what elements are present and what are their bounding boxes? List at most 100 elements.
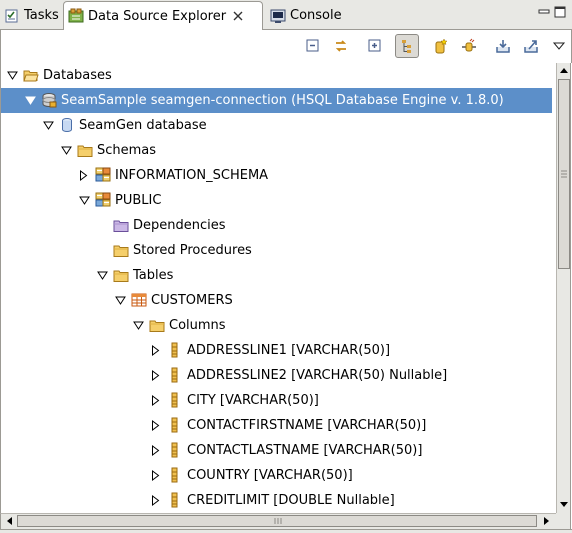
- scroll-down-icon[interactable]: [558, 499, 570, 511]
- minimize-icon[interactable]: [538, 6, 550, 18]
- tree-item-label: INFORMATION_SCHEMA: [115, 168, 269, 183]
- tree-row[interactable]: Tables: [1, 263, 556, 288]
- view-toolbar: [0, 30, 572, 63]
- expand-button[interactable]: [363, 34, 387, 58]
- data-source-explorer-icon: [68, 8, 84, 24]
- data-source-tree[interactable]: Databases SeamSample seamgen-connection (…: [0, 63, 556, 513]
- tree-item-label: Schemas: [97, 143, 157, 158]
- collapsed-twisty-icon[interactable]: [151, 445, 161, 456]
- tree-row[interactable]: CONTACTLASTNAME [VARCHAR(50)]: [1, 438, 556, 463]
- database-connection-icon: [41, 92, 57, 108]
- tree-row[interactable]: Databases: [1, 63, 556, 88]
- scroll-up-icon[interactable]: [558, 64, 570, 76]
- export-button[interactable]: [519, 34, 543, 58]
- collapsed-twisty-icon[interactable]: [151, 345, 161, 356]
- expanded-twisty-icon[interactable]: [61, 145, 72, 155]
- new-connection-profile-button[interactable]: [429, 34, 453, 58]
- collapse-all-button[interactable]: [301, 34, 325, 58]
- tree-item-label: Columns: [169, 318, 226, 333]
- close-icon[interactable]: [232, 10, 245, 22]
- tab-label: Console: [290, 8, 342, 23]
- tree-row[interactable]: COUNTRY [VARCHAR(50)]: [1, 463, 556, 488]
- collapsed-twisty-icon[interactable]: [79, 170, 89, 181]
- tree-row[interactable]: Stored Procedures: [1, 238, 556, 263]
- expanded-twisty-icon[interactable]: [43, 120, 54, 130]
- tree-row[interactable]: CREDITLIMIT [DOUBLE Nullable]: [1, 488, 556, 513]
- folder-open-icon: [23, 67, 39, 83]
- link-with-editor-icon: [335, 40, 347, 52]
- column-icon: [167, 442, 183, 458]
- maximize-icon[interactable]: [554, 6, 566, 18]
- tab-console[interactable]: Console: [266, 2, 346, 29]
- scroll-right-icon[interactable]: [541, 515, 553, 527]
- tree-row[interactable]: CONTACTFIRSTNAME [VARCHAR(50)]: [1, 413, 556, 438]
- collapse-all-icon: [306, 39, 319, 52]
- console-icon: [270, 8, 286, 24]
- tree-row[interactable]: ADDRESSLINE2 [VARCHAR(50) Nullable]: [1, 363, 556, 388]
- tab-label: Tasks: [24, 8, 59, 23]
- tree-row[interactable]: Columns: [1, 313, 556, 338]
- column-icon: [167, 392, 183, 408]
- tree-item-label: COUNTRY [VARCHAR(50)]: [187, 468, 353, 483]
- collapsed-twisty-icon[interactable]: [151, 470, 161, 481]
- export-icon: [524, 40, 538, 53]
- tree-item-label: CONTACTLASTNAME [VARCHAR(50)]: [187, 443, 423, 458]
- tree-view-icon: [402, 40, 411, 53]
- tree-item-label: SeamSample seamgen-connection (HSQL Data…: [61, 93, 504, 108]
- expanded-twisty-icon[interactable]: [115, 295, 126, 305]
- tasks-icon: [4, 8, 20, 24]
- tree-row[interactable]: PUBLIC: [1, 188, 556, 213]
- collapsed-twisty-icon[interactable]: [151, 395, 161, 406]
- tab-data-source-explorer[interactable]: Data Source Explorer: [63, 1, 263, 30]
- tree-row[interactable]: INFORMATION_SCHEMA: [1, 163, 556, 188]
- column-icon: [167, 367, 183, 383]
- dependencies-folder-icon: [113, 217, 129, 233]
- view-menu-icon: [553, 42, 565, 50]
- column-icon: [167, 492, 183, 508]
- schema-icon: [95, 192, 111, 208]
- tree-row[interactable]: ADDRESSLINE1 [VARCHAR(50)]: [1, 338, 556, 363]
- horizontal-scroll-thumb[interactable]: [17, 515, 537, 527]
- tree-row[interactable]: CUSTOMERS: [1, 288, 556, 313]
- vertical-scrollbar[interactable]: [556, 63, 571, 513]
- expand-icon: [368, 39, 381, 52]
- schema-icon: [95, 167, 111, 183]
- tree-view-button[interactable]: [395, 34, 419, 58]
- tree-row[interactable]: SeamGen database: [1, 113, 556, 138]
- connect-icon: [462, 38, 476, 52]
- expanded-twisty-icon[interactable]: [7, 70, 18, 80]
- tab-tasks[interactable]: Tasks: [0, 2, 62, 29]
- collapsed-twisty-icon[interactable]: [151, 495, 161, 506]
- folder-icon: [149, 317, 165, 333]
- tree-row[interactable]: CITY [VARCHAR(50)]: [1, 388, 556, 413]
- table-icon: [131, 292, 147, 308]
- tab-label: Data Source Explorer: [88, 8, 227, 24]
- import-icon: [496, 40, 510, 53]
- tree-item-label: Stored Procedures: [133, 243, 252, 258]
- scrollbar-corner: [556, 513, 571, 529]
- column-icon: [167, 342, 183, 358]
- tree-row[interactable]: Schemas: [1, 138, 556, 163]
- vertical-scroll-thumb[interactable]: [558, 79, 570, 269]
- expanded-twisty-icon[interactable]: [79, 195, 90, 205]
- view-menu-button[interactable]: [547, 34, 571, 58]
- link-with-editor-button[interactable]: [329, 34, 353, 58]
- folder-icon: [77, 142, 93, 158]
- expanded-twisty-icon[interactable]: [133, 320, 144, 330]
- tree-item-label: SeamGen database: [79, 118, 207, 133]
- collapsed-twisty-icon[interactable]: [151, 370, 161, 381]
- tree-item-label: Tables: [133, 268, 174, 283]
- connect-button[interactable]: [457, 34, 481, 58]
- tree-item-label: PUBLIC: [115, 193, 162, 208]
- tree-row[interactable]: Dependencies: [1, 213, 556, 238]
- horizontal-scrollbar[interactable]: [0, 513, 556, 529]
- import-button[interactable]: [491, 34, 515, 58]
- expanded-twisty-icon[interactable]: [25, 95, 36, 105]
- collapsed-twisty-icon[interactable]: [151, 420, 161, 431]
- folder-icon: [113, 267, 129, 283]
- expanded-twisty-icon[interactable]: [97, 270, 108, 280]
- tree-row[interactable]: SeamSample seamgen-connection (HSQL Data…: [1, 88, 552, 113]
- scroll-left-icon[interactable]: [3, 515, 15, 527]
- tree-item-label: CITY [VARCHAR(50)]: [187, 393, 319, 408]
- tree-item-label: ADDRESSLINE2 [VARCHAR(50) Nullable]: [187, 368, 448, 383]
